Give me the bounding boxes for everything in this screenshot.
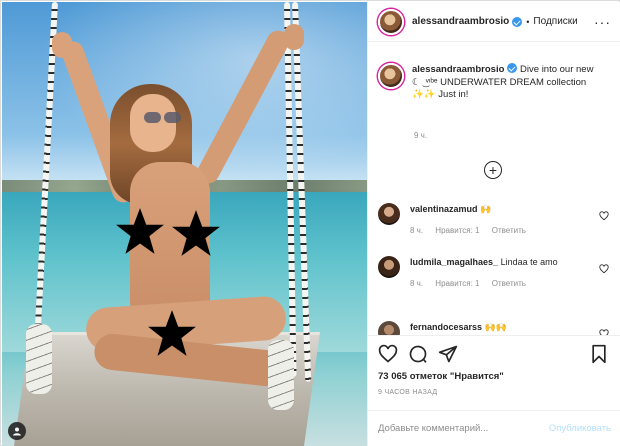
comment-meta: 8 ч. Нравится: 1 Ответить xyxy=(410,278,590,291)
comment-composer: Опубликовать xyxy=(368,410,620,446)
censor-star-icon xyxy=(146,308,198,360)
comment-likes[interactable]: Нравится: 1 xyxy=(435,226,479,235)
comment-item: valentinazamud 🙌 8 ч. Нравится: 1 Ответи… xyxy=(378,203,611,237)
post-time-ago[interactable]: 9 ЧАСОВ НАЗАД xyxy=(378,389,437,396)
comment-body: valentinazamud 🙌 8 ч. Нравится: 1 Ответи… xyxy=(410,203,590,237)
comment-item: fernandocesarss 🙌🙌 xyxy=(378,321,611,335)
share-icon[interactable] xyxy=(438,344,458,364)
separator-dot: • xyxy=(526,16,530,27)
add-comment-input[interactable] xyxy=(378,423,528,434)
comment-body: fernandocesarss 🙌🙌 xyxy=(410,321,590,335)
hand-left xyxy=(52,32,72,58)
header-username[interactable]: alessandraambrosio xyxy=(412,16,509,27)
comment-username[interactable]: valentinazamud xyxy=(410,204,478,214)
reply-button[interactable]: Ответить xyxy=(492,226,526,235)
comment-item: ludmila_magalhaes_ Lindaa te amo 8 ч. Нр… xyxy=(378,256,611,290)
caption-time[interactable]: 9 ч. xyxy=(414,131,427,140)
comment-avatar[interactable] xyxy=(378,203,400,225)
comment-time[interactable]: 8 ч. xyxy=(410,226,423,235)
comment-text: 🙌🙌 xyxy=(484,322,507,332)
post-header: alessandraambrosio • Подписки ··· xyxy=(368,2,620,42)
verified-badge-icon xyxy=(512,16,523,27)
caption-text: alessandraambrosio Dive into our new ☾ ͜… xyxy=(412,63,602,102)
comment-like-heart-icon[interactable] xyxy=(599,211,609,221)
comment-text: 🙌 xyxy=(480,204,492,214)
avatar[interactable] xyxy=(378,8,404,35)
comment-username[interactable]: ludmila_magalhaes_ xyxy=(410,257,498,267)
sunglasses xyxy=(144,112,184,124)
load-more-comments-icon[interactable]: + xyxy=(484,161,502,179)
caption: alessandraambrosio Dive into our new ☾ ͜… xyxy=(378,63,611,102)
caption-username[interactable]: alessandraambrosio xyxy=(412,64,504,75)
comment-like-heart-icon[interactable] xyxy=(599,264,609,274)
publish-button[interactable]: Опубликовать xyxy=(549,423,611,434)
comment-avatar[interactable] xyxy=(378,321,400,335)
comment-text: Lindaa te amo xyxy=(500,257,558,267)
bookmark-icon[interactable] xyxy=(589,344,609,364)
reply-button[interactable]: Ответить xyxy=(492,279,526,288)
instagram-post-window: alessandraambrosio • Подписки ··· alessa… xyxy=(0,0,620,446)
hand-right xyxy=(284,24,304,50)
rope-coil-left xyxy=(26,324,52,394)
tagged-user-icon[interactable] xyxy=(8,422,26,440)
caption-avatar[interactable] xyxy=(378,63,404,89)
comment-icon[interactable] xyxy=(408,344,428,364)
comment-avatar[interactable] xyxy=(378,256,400,278)
heart-icon[interactable] xyxy=(378,344,398,364)
censor-star-icon xyxy=(170,208,222,260)
comment-username[interactable]: fernandocesarss xyxy=(410,322,482,332)
post-sidebar: alessandraambrosio • Подписки ··· alessa… xyxy=(367,2,620,446)
comments-scroll-area[interactable]: alessandraambrosio Dive into our new ☾ ͜… xyxy=(368,43,620,335)
comment-likes[interactable]: Нравится: 1 xyxy=(435,279,479,288)
likes-count[interactable]: 73 065 отметок "Нравится" xyxy=(378,371,504,382)
rope-coil-right xyxy=(268,340,294,410)
comment-body: ludmila_magalhaes_ Lindaa te amo 8 ч. Нр… xyxy=(410,256,590,290)
arm-right xyxy=(193,26,293,188)
following-button[interactable]: Подписки xyxy=(533,16,577,27)
post-photo[interactable] xyxy=(2,2,367,446)
censor-star-icon xyxy=(114,206,166,258)
verified-badge-icon xyxy=(507,63,518,73)
comment-time[interactable]: 8 ч. xyxy=(410,279,423,288)
post-actions: 73 065 отметок "Нравится" 9 ЧАСОВ НАЗАД … xyxy=(368,335,620,445)
action-icons xyxy=(378,344,611,366)
more-options-icon[interactable]: ··· xyxy=(594,14,611,30)
comment-meta: 8 ч. Нравится: 1 Ответить xyxy=(410,225,590,238)
